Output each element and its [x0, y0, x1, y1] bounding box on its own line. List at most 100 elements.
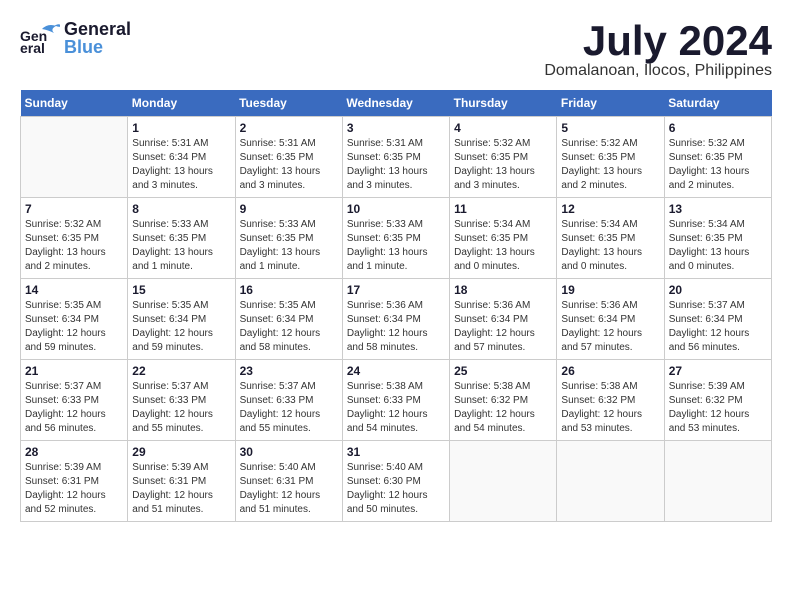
- calendar-cell: 23 Sunrise: 5:37 AM Sunset: 6:33 PM Dayli…: [235, 360, 342, 441]
- day-number: 22: [132, 364, 230, 378]
- day-info: Sunrise: 5:39 AM Sunset: 6:31 PM Dayligh…: [132, 461, 230, 517]
- calendar-cell: 13 Sunrise: 5:34 AM Sunset: 6:35 PM Dayli…: [664, 198, 771, 279]
- day-info: Sunrise: 5:37 AM Sunset: 6:34 PM Dayligh…: [669, 299, 767, 355]
- weekday-header-monday: Monday: [128, 90, 235, 117]
- day-info: Sunrise: 5:35 AM Sunset: 6:34 PM Dayligh…: [132, 299, 230, 355]
- calendar-table: SundayMondayTuesdayWednesdayThursdayFrid…: [20, 90, 772, 522]
- day-number: 19: [561, 283, 659, 297]
- day-info: Sunrise: 5:33 AM Sunset: 6:35 PM Dayligh…: [347, 218, 445, 274]
- calendar-cell: [557, 441, 664, 522]
- day-number: 7: [25, 202, 123, 216]
- calendar-cell: 30 Sunrise: 5:40 AM Sunset: 6:31 PM Dayli…: [235, 441, 342, 522]
- day-number: 4: [454, 121, 552, 135]
- day-number: 23: [240, 364, 338, 378]
- day-number: 6: [669, 121, 767, 135]
- day-number: 9: [240, 202, 338, 216]
- calendar-cell: 8 Sunrise: 5:33 AM Sunset: 6:35 PM Daylig…: [128, 198, 235, 279]
- calendar-cell: 28 Sunrise: 5:39 AM Sunset: 6:31 PM Dayli…: [21, 441, 128, 522]
- calendar-cell: [450, 441, 557, 522]
- day-info: Sunrise: 5:38 AM Sunset: 6:32 PM Dayligh…: [561, 380, 659, 436]
- calendar-cell: [21, 117, 128, 198]
- calendar-cell: 7 Sunrise: 5:32 AM Sunset: 6:35 PM Daylig…: [21, 198, 128, 279]
- calendar-cell: 9 Sunrise: 5:33 AM Sunset: 6:35 PM Daylig…: [235, 198, 342, 279]
- day-info: Sunrise: 5:31 AM Sunset: 6:35 PM Dayligh…: [240, 137, 338, 193]
- weekday-header-row: SundayMondayTuesdayWednesdayThursdayFrid…: [21, 90, 772, 117]
- calendar-cell: 15Sunrise: 5:35 AM Sunset: 6:34 PM Dayli…: [128, 279, 235, 360]
- day-info: Sunrise: 5:32 AM Sunset: 6:35 PM Dayligh…: [454, 137, 552, 193]
- calendar-cell: 27Sunrise: 5:39 AM Sunset: 6:32 PM Dayli…: [664, 360, 771, 441]
- day-number: 5: [561, 121, 659, 135]
- calendar-cell: [664, 441, 771, 522]
- calendar-cell: 12Sunrise: 5:34 AM Sunset: 6:35 PM Dayli…: [557, 198, 664, 279]
- day-number: 18: [454, 283, 552, 297]
- weekday-header-sunday: Sunday: [21, 90, 128, 117]
- page-header: Gen eral General Blue July 2024 Domalano…: [20, 20, 772, 80]
- day-number: 29: [132, 445, 230, 459]
- day-info: Sunrise: 5:36 AM Sunset: 6:34 PM Dayligh…: [347, 299, 445, 355]
- day-info: Sunrise: 5:39 AM Sunset: 6:31 PM Dayligh…: [25, 461, 123, 517]
- calendar-cell: 26 Sunrise: 5:38 AM Sunset: 6:32 PM Dayli…: [557, 360, 664, 441]
- logo-line2: Blue: [64, 38, 131, 56]
- day-number: 30: [240, 445, 338, 459]
- day-number: 8: [132, 202, 230, 216]
- day-info: Sunrise: 5:33 AM Sunset: 6:35 PM Dayligh…: [132, 218, 230, 274]
- calendar-cell: 21 Sunrise: 5:37 AM Sunset: 6:33 PM Dayli…: [21, 360, 128, 441]
- day-info: Sunrise: 5:33 AM Sunset: 6:35 PM Dayligh…: [240, 218, 338, 274]
- week-row-2: 7 Sunrise: 5:32 AM Sunset: 6:35 PM Daylig…: [21, 198, 772, 279]
- day-number: 10: [347, 202, 445, 216]
- calendar-cell: 18 Sunrise: 5:36 AM Sunset: 6:34 PM Dayli…: [450, 279, 557, 360]
- calendar-cell: 2 Sunrise: 5:31 AM Sunset: 6:35 PM Daylig…: [235, 117, 342, 198]
- weekday-header-tuesday: Tuesday: [235, 90, 342, 117]
- day-info: Sunrise: 5:36 AM Sunset: 6:34 PM Dayligh…: [454, 299, 552, 355]
- day-info: Sunrise: 5:35 AM Sunset: 6:34 PM Dayligh…: [25, 299, 123, 355]
- day-info: Sunrise: 5:32 AM Sunset: 6:35 PM Dayligh…: [561, 137, 659, 193]
- calendar-cell: 24Sunrise: 5:38 AM Sunset: 6:33 PM Dayli…: [342, 360, 449, 441]
- calendar-cell: 19Sunrise: 5:36 AM Sunset: 6:34 PM Dayli…: [557, 279, 664, 360]
- day-number: 20: [669, 283, 767, 297]
- day-number: 13: [669, 202, 767, 216]
- day-info: Sunrise: 5:34 AM Sunset: 6:35 PM Dayligh…: [669, 218, 767, 274]
- day-info: Sunrise: 5:37 AM Sunset: 6:33 PM Dayligh…: [240, 380, 338, 436]
- day-number: 24: [347, 364, 445, 378]
- calendar-cell: 1Sunrise: 5:31 AM Sunset: 6:34 PM Daylig…: [128, 117, 235, 198]
- weekday-header-thursday: Thursday: [450, 90, 557, 117]
- day-info: Sunrise: 5:32 AM Sunset: 6:35 PM Dayligh…: [669, 137, 767, 193]
- day-number: 11: [454, 202, 552, 216]
- calendar-cell: 31Sunrise: 5:40 AM Sunset: 6:30 PM Dayli…: [342, 441, 449, 522]
- weekday-header-saturday: Saturday: [664, 90, 771, 117]
- day-info: Sunrise: 5:32 AM Sunset: 6:35 PM Dayligh…: [25, 218, 123, 274]
- calendar-cell: 17 Sunrise: 5:36 AM Sunset: 6:34 PM Dayli…: [342, 279, 449, 360]
- day-info: Sunrise: 5:40 AM Sunset: 6:31 PM Dayligh…: [240, 461, 338, 517]
- day-info: Sunrise: 5:37 AM Sunset: 6:33 PM Dayligh…: [25, 380, 123, 436]
- day-number: 27: [669, 364, 767, 378]
- location: Domalanoan, Ilocos, Philippines: [544, 62, 772, 80]
- day-number: 17: [347, 283, 445, 297]
- logo-line1: General: [64, 20, 131, 38]
- calendar-cell: 5 Sunrise: 5:32 AM Sunset: 6:35 PM Daylig…: [557, 117, 664, 198]
- day-number: 25: [454, 364, 552, 378]
- day-info: Sunrise: 5:34 AM Sunset: 6:35 PM Dayligh…: [561, 218, 659, 274]
- day-info: Sunrise: 5:35 AM Sunset: 6:34 PM Dayligh…: [240, 299, 338, 355]
- calendar-cell: 29 Sunrise: 5:39 AM Sunset: 6:31 PM Dayli…: [128, 441, 235, 522]
- day-number: 31: [347, 445, 445, 459]
- day-info: Sunrise: 5:31 AM Sunset: 6:34 PM Dayligh…: [132, 137, 230, 193]
- calendar-cell: 16 Sunrise: 5:35 AM Sunset: 6:34 PM Dayli…: [235, 279, 342, 360]
- logo-icon: Gen eral: [20, 21, 60, 56]
- day-number: 26: [561, 364, 659, 378]
- day-number: 3: [347, 121, 445, 135]
- calendar-cell: 20 Sunrise: 5:37 AM Sunset: 6:34 PM Dayli…: [664, 279, 771, 360]
- calendar-cell: 22 Sunrise: 5:37 AM Sunset: 6:33 PM Dayli…: [128, 360, 235, 441]
- calendar-cell: 14 Sunrise: 5:35 AM Sunset: 6:34 PM Dayli…: [21, 279, 128, 360]
- day-number: 14: [25, 283, 123, 297]
- week-row-1: 1Sunrise: 5:31 AM Sunset: 6:34 PM Daylig…: [21, 117, 772, 198]
- logo: Gen eral General Blue: [20, 20, 131, 56]
- day-number: 28: [25, 445, 123, 459]
- day-number: 2: [240, 121, 338, 135]
- day-number: 16: [240, 283, 338, 297]
- svg-text:eral: eral: [20, 40, 45, 56]
- weekday-header-friday: Friday: [557, 90, 664, 117]
- day-number: 21: [25, 364, 123, 378]
- day-info: Sunrise: 5:38 AM Sunset: 6:32 PM Dayligh…: [454, 380, 552, 436]
- month-title: July 2024: [544, 20, 772, 62]
- day-info: Sunrise: 5:37 AM Sunset: 6:33 PM Dayligh…: [132, 380, 230, 436]
